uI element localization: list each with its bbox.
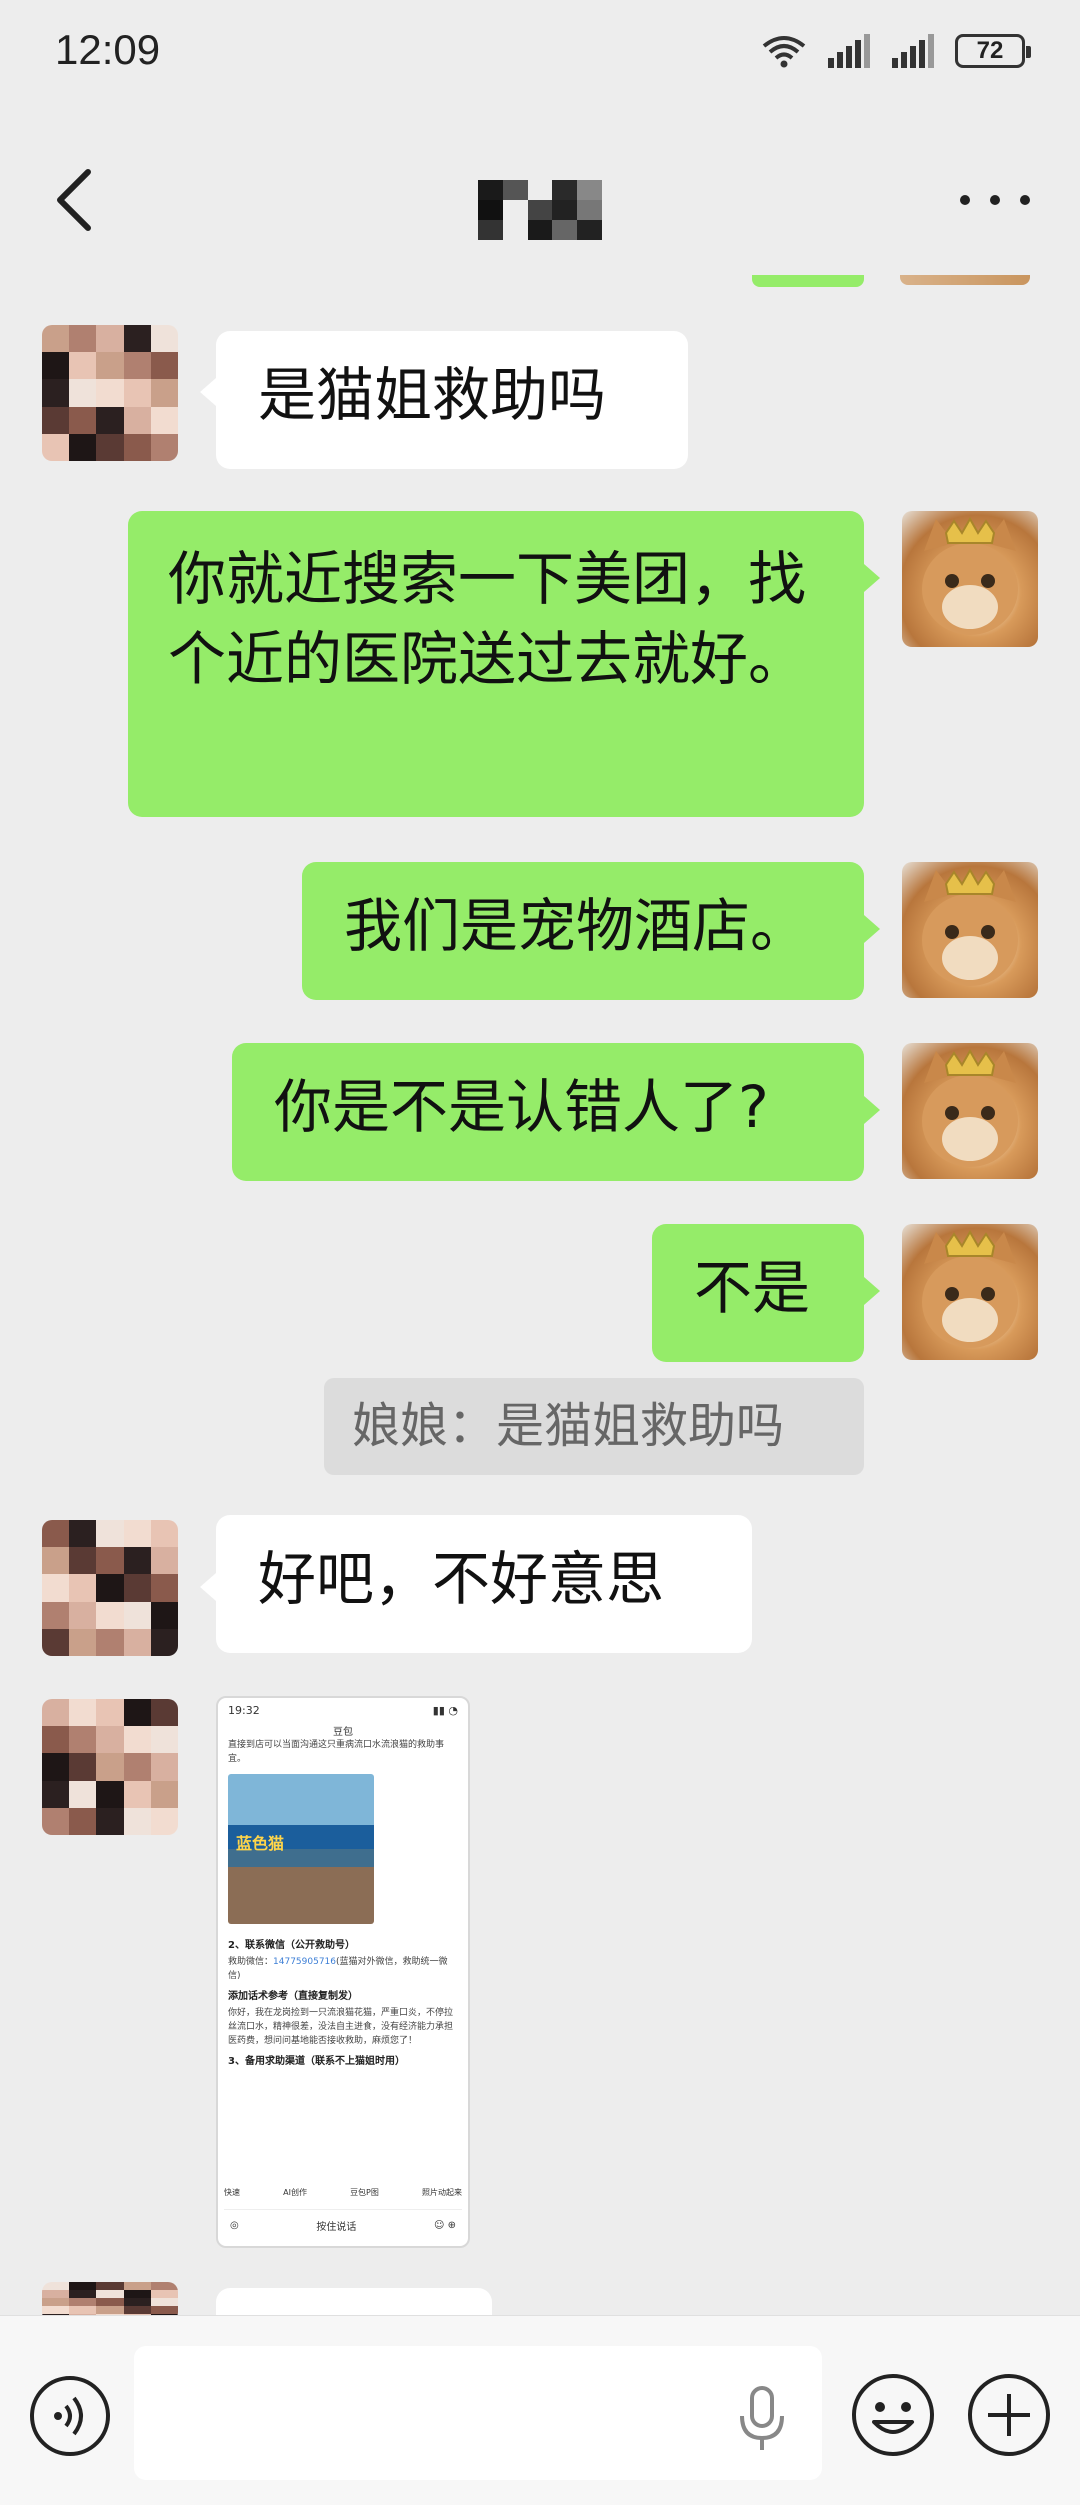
message-input[interactable]: [134, 2346, 822, 2480]
mic-icon[interactable]: [738, 2386, 786, 2452]
image-section: 3、备用求助渠道（联系不上猫姐时用）: [228, 2056, 405, 2067]
blurred-avatar: [42, 2282, 178, 2315]
avatar[interactable]: [42, 325, 178, 461]
message-bubble[interactable]: 是猫姐救助吗: [216, 331, 688, 469]
input-toolbar: [0, 2315, 1080, 2505]
image-text: 你好，我在龙岗捡到一只流浪猫花猫，严重口炎，不停拉丝流口水，精神很差，没法自主进…: [228, 2008, 454, 2046]
message-bubble[interactable]: 你是不是认错人了?: [232, 1043, 864, 1181]
image-section: 2、联系微信（公开救助号）: [228, 1940, 355, 1951]
chat-title-blurred: [478, 180, 602, 240]
avatar[interactable]: [902, 1043, 1038, 1179]
emoji-icon[interactable]: [850, 2372, 936, 2458]
avatar[interactable]: [42, 1520, 178, 1656]
avatar[interactable]: [902, 862, 1038, 998]
avatar[interactable]: [902, 511, 1038, 647]
image-status-bar: 19:32 ▮▮ ◔: [228, 1704, 458, 1717]
cat-crown-avatar: [922, 867, 1018, 986]
status-bar: 12:09 72: [0, 0, 1080, 100]
signal-icon: [892, 34, 934, 68]
image-section: 添加话术参考（直接复制发）: [228, 1991, 358, 2002]
plus-icon[interactable]: [966, 2372, 1052, 2458]
avatar[interactable]: [902, 1224, 1038, 1360]
cat-crown-avatar: [922, 1048, 1018, 1167]
more-dots-icon[interactable]: [950, 180, 1040, 220]
cat-crown-avatar: [922, 1229, 1018, 1348]
message-bubble[interactable]: 不是: [652, 1224, 864, 1362]
quoted-message[interactable]: 娘娘：是猫姐救助吗: [324, 1378, 864, 1475]
blurred-avatar: [42, 325, 178, 461]
chevron-left-icon[interactable]: [40, 160, 110, 240]
battery-icon: 72: [955, 34, 1031, 68]
status-time: 12:09: [55, 26, 161, 73]
shop-sign: 蓝色猫: [236, 1834, 285, 1853]
image-text: 救助微信：14775905716(蓝猫对外微信，救助统一微信): [228, 1957, 448, 1981]
previous-avatar-peek: [900, 275, 1030, 285]
message-bubble[interactable]: 你就近搜索一下美团，找个近的医院送过去就好。: [128, 511, 864, 817]
message-list[interactable]: 是猫姐救助吗 你就近搜索一下美团，找个近的医院送过去就好。 我们是宠物酒店。 你…: [0, 285, 1080, 2315]
shop-photo: 蓝色猫: [228, 1774, 374, 1924]
message-bubble-peek: [216, 2288, 492, 2315]
cat-crown-avatar: [922, 516, 1018, 635]
voice-icon[interactable]: [28, 2374, 112, 2458]
avatar[interactable]: [42, 2282, 178, 2315]
blurred-avatar: [42, 1520, 178, 1656]
image-message[interactable]: 19:32 ▮▮ ◔ 豆包 直接到店可以当面沟通这只重病流口水流浪猫的救助事宜。 …: [216, 1696, 470, 2248]
message-bubble[interactable]: 我们是宠物酒店。: [302, 862, 864, 1000]
image-text: 直接到店可以当面沟通这只重病流口水流浪猫的救助事宜。: [228, 1740, 445, 1764]
image-input-bar: ◎ 按住说话 ☺ ⊕: [224, 2209, 462, 2240]
message-bubble[interactable]: 好吧，不好意思: [216, 1515, 752, 1653]
signal-icon: [828, 34, 870, 68]
avatar[interactable]: [42, 1699, 178, 1835]
image-tabs: 快速 AI创作 豆包P图 照片动起来: [224, 2188, 462, 2197]
status-icons: 72: [761, 28, 1031, 74]
wifi-icon: [762, 36, 806, 68]
blurred-avatar: [42, 1699, 178, 1835]
image-title: 豆包: [333, 1727, 353, 1738]
